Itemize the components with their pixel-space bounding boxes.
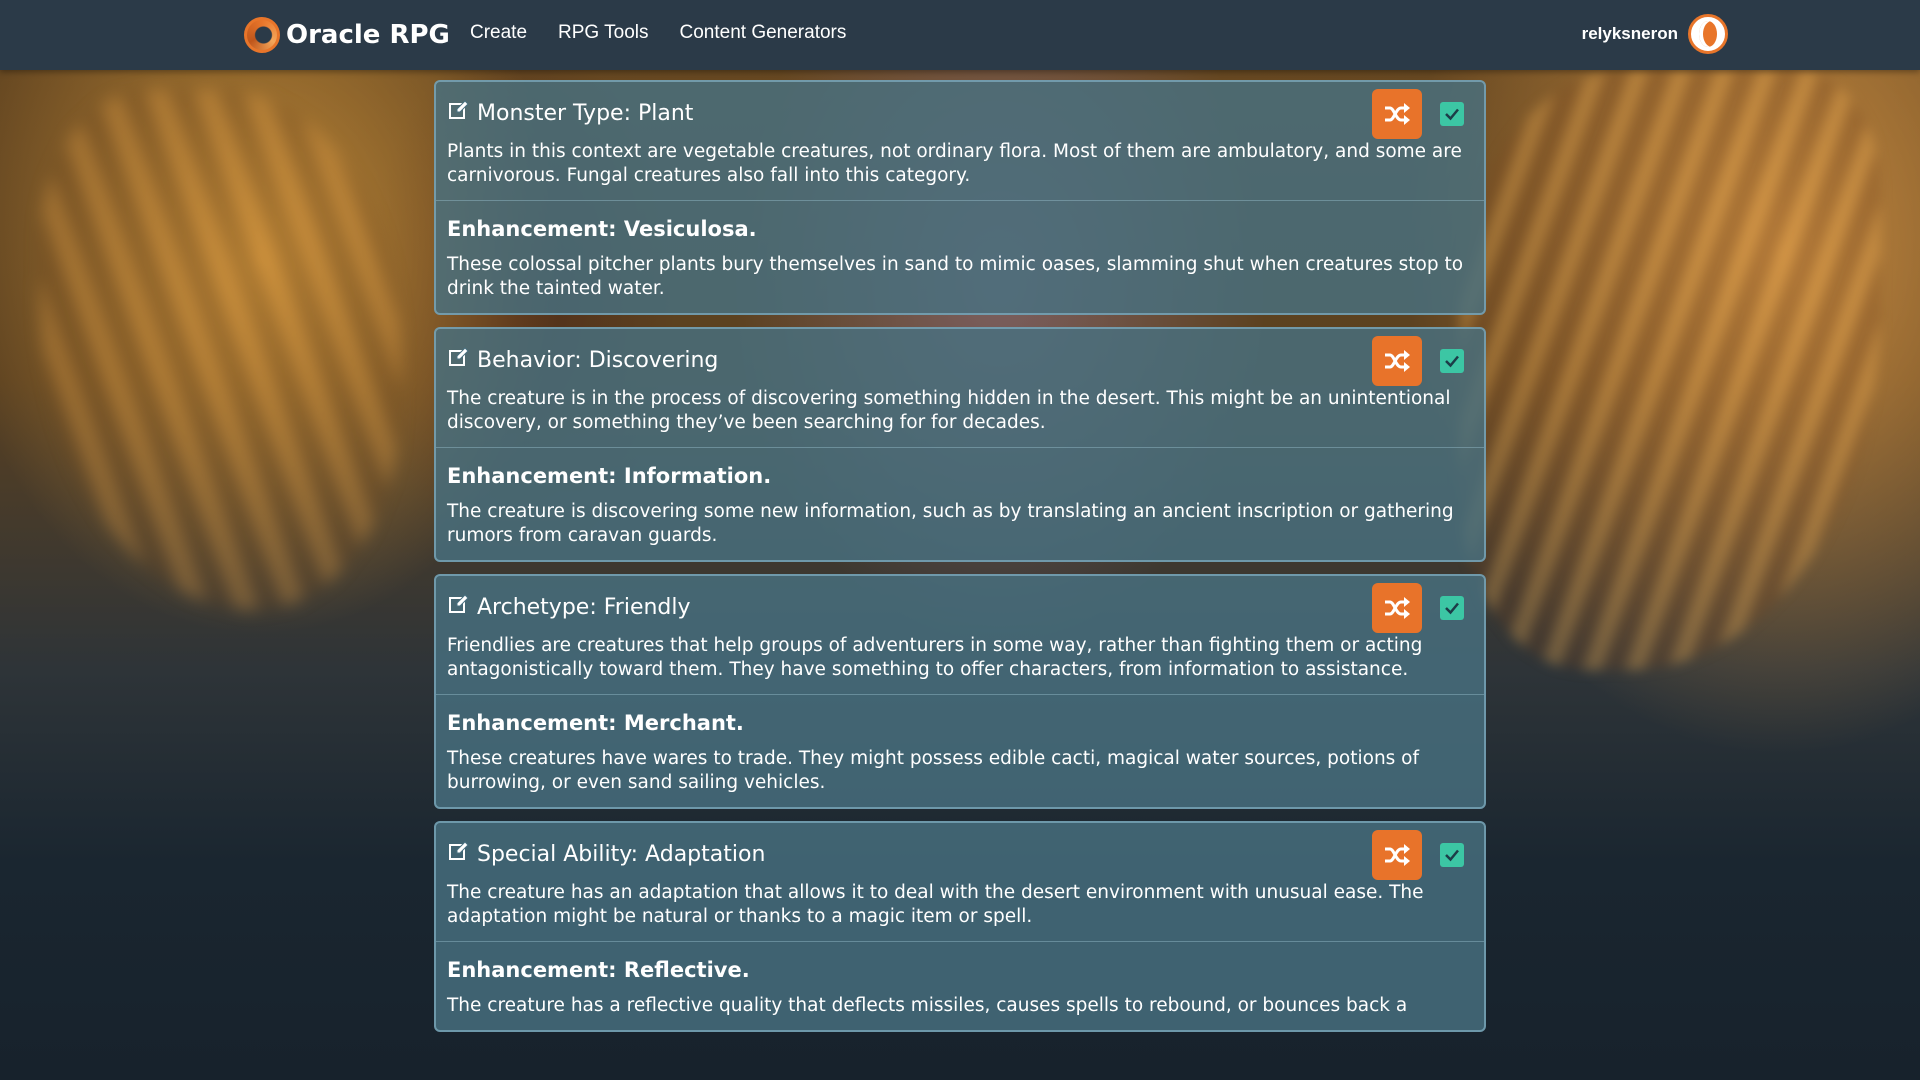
- username: relyksneron: [1581, 24, 1678, 43]
- shuffle-button[interactable]: [1372, 583, 1422, 633]
- main-nav: Create RPG Tools Content Generators: [470, 22, 846, 44]
- edit-icon[interactable]: [447, 345, 471, 369]
- edit-icon[interactable]: [447, 592, 471, 616]
- nav-item-content-generators[interactable]: Content Generators: [680, 22, 847, 44]
- enhancement-title: Enhancement: Vesiculosa.: [447, 217, 757, 241]
- shuffle-button[interactable]: [1372, 89, 1422, 139]
- card-description: The creature is in the process of discov…: [447, 388, 1451, 433]
- card-main-section: Monster Type: Plant Plants in this conte…: [436, 82, 1484, 200]
- top-navbar: Oracle RPG Create RPG Tools Content Gene…: [0, 0, 1920, 70]
- enhancement-description: The creature has a reflective quality th…: [447, 995, 1408, 1016]
- shuffle-icon: [1385, 844, 1410, 866]
- enhancement-title: Enhancement: Information.: [447, 464, 772, 488]
- keep-checkbox[interactable]: [1440, 102, 1464, 126]
- brand-name: Oracle RPG: [286, 20, 450, 50]
- user-menu[interactable]: relyksneron: [1582, 14, 1728, 54]
- keep-checkbox[interactable]: [1440, 596, 1464, 620]
- result-card: Behavior: Discovering The creature is in…: [434, 327, 1486, 562]
- edit-icon-glyph: [449, 594, 469, 613]
- enhancement-title: Enhancement: Reflective.: [447, 958, 750, 982]
- edit-icon-glyph: [449, 841, 469, 860]
- nav-item-rpg-tools[interactable]: RPG Tools: [558, 22, 648, 44]
- edit-icon[interactable]: [447, 98, 471, 122]
- card-title-row: Monster Type: Plant: [447, 96, 1472, 130]
- card-title: Archetype: Friendly: [477, 594, 691, 620]
- checkmark-icon: [1445, 849, 1459, 862]
- card-title: Monster Type: Plant: [477, 100, 694, 126]
- card-title-row: Archetype: Friendly: [447, 590, 1472, 624]
- card-enhancement-section: Enhancement: Information. The creature i…: [436, 447, 1484, 560]
- brand-home-link[interactable]: Oracle RPG: [244, 16, 450, 54]
- generator-results: Monster Type: Plant Plants in this conte…: [434, 80, 1486, 1070]
- enhancement-description: These colossal pitcher plants bury thems…: [447, 254, 1464, 299]
- keep-checkbox[interactable]: [1440, 349, 1464, 373]
- card-title-row: Behavior: Discovering: [447, 343, 1472, 377]
- shuffle-icon: [1385, 350, 1410, 372]
- shuffle-button[interactable]: [1372, 830, 1422, 880]
- card-title: Special Ability: Adaptation: [477, 841, 766, 867]
- card-enhancement-section: Enhancement: Reflective. The creature ha…: [436, 941, 1484, 1030]
- enhancement-description: The creature is discovering some new inf…: [447, 501, 1454, 546]
- card-description: Friendlies are creatures that help group…: [447, 635, 1423, 680]
- result-card: Monster Type: Plant Plants in this conte…: [434, 80, 1486, 315]
- card-description: The creature has an adaptation that allo…: [447, 882, 1424, 927]
- card-main-section: Behavior: Discovering The creature is in…: [436, 329, 1484, 447]
- checkmark-icon: [1445, 602, 1459, 615]
- edit-icon-glyph: [449, 100, 469, 119]
- edit-icon[interactable]: [447, 839, 471, 863]
- card-main-section: Special Ability: Adaptation The creature…: [436, 823, 1484, 941]
- result-card: Archetype: Friendly Friendlies are creat…: [434, 574, 1486, 809]
- checkmark-icon: [1445, 108, 1459, 121]
- shuffle-icon: [1385, 597, 1410, 619]
- nav-item-create[interactable]: Create: [470, 22, 527, 44]
- card-enhancement-section: Enhancement: Merchant. These creatures h…: [436, 694, 1484, 807]
- avatar[interactable]: [1688, 14, 1728, 54]
- card-enhancement-section: Enhancement: Vesiculosa. These colossal …: [436, 200, 1484, 313]
- enhancement-title: Enhancement: Merchant.: [447, 711, 744, 735]
- shuffle-icon: [1385, 103, 1410, 125]
- keep-checkbox[interactable]: [1440, 843, 1464, 867]
- result-card: Special Ability: Adaptation The creature…: [434, 821, 1486, 1032]
- card-title: Behavior: Discovering: [477, 347, 719, 373]
- avatar-logo-icon: [1699, 21, 1717, 47]
- enhancement-description: These creatures have wares to trade. The…: [447, 748, 1420, 793]
- card-main-section: Archetype: Friendly Friendlies are creat…: [436, 576, 1484, 694]
- edit-icon-glyph: [449, 347, 469, 366]
- checkmark-icon: [1445, 355, 1459, 368]
- oracle-logo-icon: [244, 17, 280, 53]
- shuffle-button[interactable]: [1372, 336, 1422, 386]
- card-description: Plants in this context are vegetable cre…: [447, 141, 1462, 186]
- card-title-row: Special Ability: Adaptation: [447, 837, 1472, 871]
